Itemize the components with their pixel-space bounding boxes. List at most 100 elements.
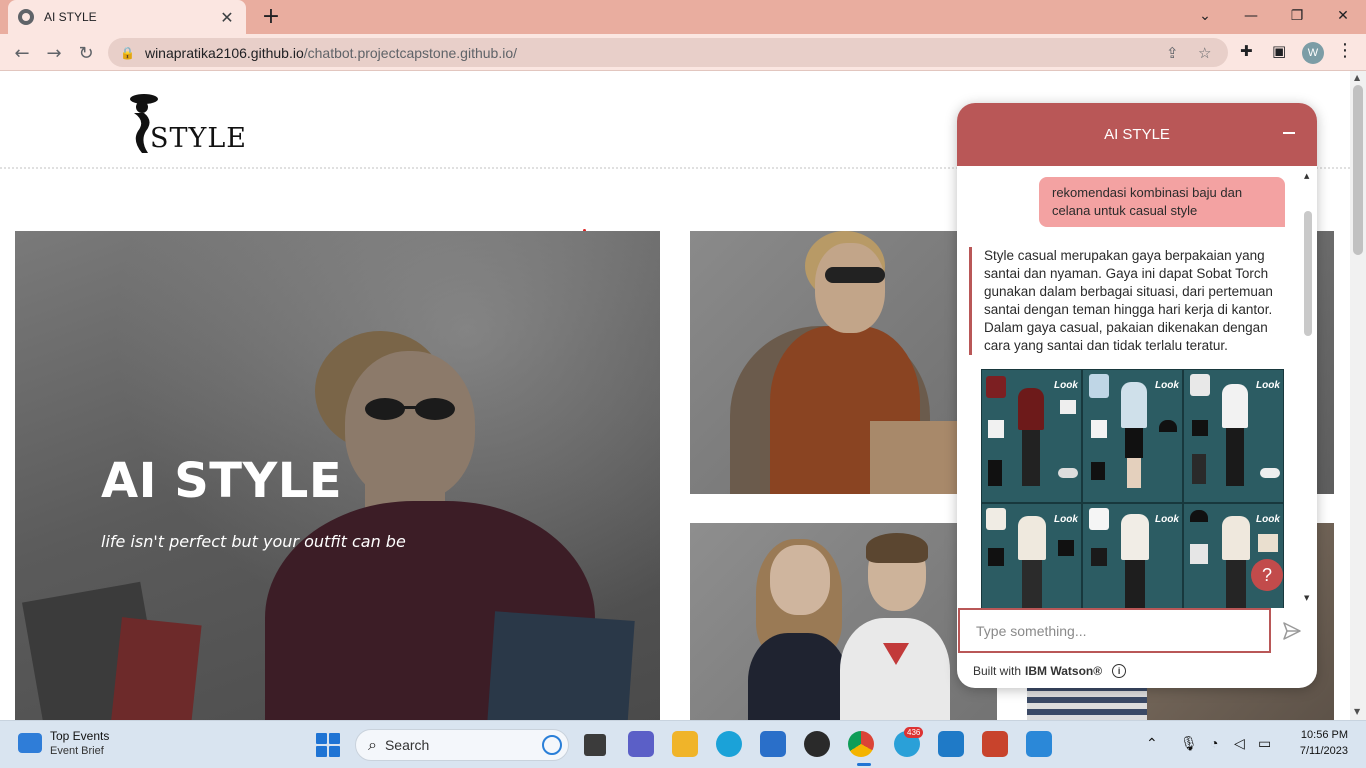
reload-icon[interactable]: ↻ [72,39,100,67]
chrome-icon[interactable] [848,731,874,757]
pants-item [988,460,1002,486]
chat-scrollbar[interactable]: ▲ ▼ [1303,166,1313,608]
close-window-icon[interactable]: ✕ [1320,0,1366,32]
microphone-icon[interactable]: 🎙 [1180,735,1198,752]
task-view-icon[interactable] [584,734,606,756]
model-legs [1125,560,1145,608]
model-figure [1121,514,1149,560]
cap-item [1159,420,1177,432]
top-item [988,420,1004,438]
model-figure [1018,388,1044,430]
cap-item [1190,510,1208,522]
look-label: Look [1155,514,1179,525]
url-host: winapratika2106.github.io [144,44,304,61]
look-panel: Look [1183,369,1284,503]
boy-shirt [840,618,950,720]
search-icon: ⌕ [368,735,377,754]
powerpoint-icon[interactable] [982,731,1008,757]
sunglasses-icon [365,398,455,420]
logo-text: STYLE [150,123,247,154]
look-panel: Look [1082,503,1183,608]
shopping-bag-image [485,611,635,720]
restore-window-icon[interactable]: ❐ [1274,0,1320,32]
footer-prefix: Built with [973,664,1022,678]
minimize-window-icon[interactable]: — [1228,0,1274,32]
model-legs [1022,430,1040,486]
back-icon[interactable]: ← [8,39,36,67]
profile-avatar[interactable]: W [1302,42,1324,64]
edge-browser-icon[interactable] [716,731,742,757]
pants-item [1192,454,1206,484]
send-icon[interactable] [1279,618,1305,644]
tray-chevron-icon[interactable]: ⌃ [1146,735,1158,752]
chat-footer: Built with IBM Watson® i [973,664,1127,678]
shirt-item [1089,374,1109,398]
user-message: rekomendasi kombinasi baju dan celana un… [1039,177,1285,227]
footer-brand[interactable]: IBM Watson® [1025,664,1102,678]
chat-scroll-down-icon[interactable]: ▼ [1304,594,1309,602]
chat-messages[interactable]: rekomendasi kombinasi baju dan celana un… [957,166,1317,608]
chat-message-input[interactable] [958,608,1271,653]
outfit-lookbook-image[interactable]: Look Look Look Look Look Look [981,369,1284,608]
weather-widget-icon[interactable] [18,733,42,753]
model-legs [1226,560,1246,608]
page-scrollbar[interactable]: ▲ ▼ [1350,71,1366,720]
tab-favicon-icon [18,9,34,25]
volume-icon[interactable]: ◁ [1234,735,1245,752]
chat-scrollbar-thumb[interactable] [1304,211,1312,336]
taskbar-search[interactable]: ⌕ Search [355,729,569,761]
browser-tab[interactable]: AI STYLE ✕ [8,0,246,34]
model-skirt [1125,428,1143,458]
model-legs [1226,428,1244,486]
browser-menu-icon[interactable]: ⋮ [1336,40,1354,61]
boy-hair [866,533,928,563]
battery-icon[interactable]: ▭ [1258,735,1271,752]
chat-scroll-up-icon[interactable]: ▲ [1304,172,1309,180]
bookmark-star-icon[interactable]: ☆ [1198,44,1211,62]
address-bar[interactable]: 🔒 winapratika2106.github.io /chatbot.pro… [108,38,1228,67]
anchor-emblem-icon [883,643,909,665]
clock-date[interactable]: 7/11/2023 [1286,745,1348,757]
share-icon[interactable]: ⇪ [1166,44,1179,62]
jacket-item [986,508,1006,530]
look-label: Look [1155,380,1179,391]
top-item [988,548,1004,566]
clock-time[interactable]: 10:56 PM [1290,729,1348,741]
side-panel-icon[interactable]: ▣ [1272,42,1286,60]
sneaker-item [1260,468,1280,478]
scroll-up-icon[interactable]: ▲ [1354,73,1360,82]
tab-title: AI STYLE [44,10,97,24]
widget-subtitle[interactable]: Event Brief [50,745,104,757]
girl-face [770,545,830,615]
info-icon[interactable]: i [1112,664,1127,678]
bing-icon[interactable] [542,735,562,755]
new-tab-icon[interactable]: + [258,4,284,30]
chatbot-widget: AI STYLE rekomendasi kombinasi baju dan … [957,103,1317,688]
help-question-icon[interactable]: ? [1251,559,1283,591]
vscode-icon[interactable] [938,731,964,757]
file-explorer-icon[interactable] [672,731,698,757]
gallery-card-kids[interactable] [690,523,997,720]
tab-search-chevron-icon[interactable]: ⌄ [1182,0,1228,32]
widget-title[interactable]: Top Events [50,729,109,743]
scroll-down-icon[interactable]: ▼ [1354,707,1360,716]
mail-icon[interactable] [760,731,786,757]
browser-toolbar: ← → ↻ 🔒 winapratika2106.github.io /chatb… [0,34,1366,71]
gallery-card-woman-phone[interactable] [690,231,997,494]
model-legs [1022,560,1042,608]
model-legs [1127,458,1141,488]
telegram-badge: 436 [904,727,924,738]
tab-close-icon[interactable]: ✕ [218,8,236,27]
forward-icon[interactable]: → [40,39,68,67]
start-windows-icon[interactable] [316,733,340,757]
lock-icon[interactable]: 🔒 [120,46,135,60]
wifi-icon[interactable]: ◔ [1210,735,1218,751]
jacket-item [986,376,1006,398]
extensions-puzzle-icon[interactable]: ✚ [1240,42,1253,60]
hero-banner[interactable]: AI STYLE life isn't perfect but your out… [15,231,660,720]
minimize-chat-icon[interactable] [1281,123,1297,143]
page-scrollbar-thumb[interactable] [1353,85,1363,255]
paint-icon[interactable] [1026,731,1052,757]
teams-chat-icon[interactable] [628,731,654,757]
app-icon[interactable] [804,731,830,757]
